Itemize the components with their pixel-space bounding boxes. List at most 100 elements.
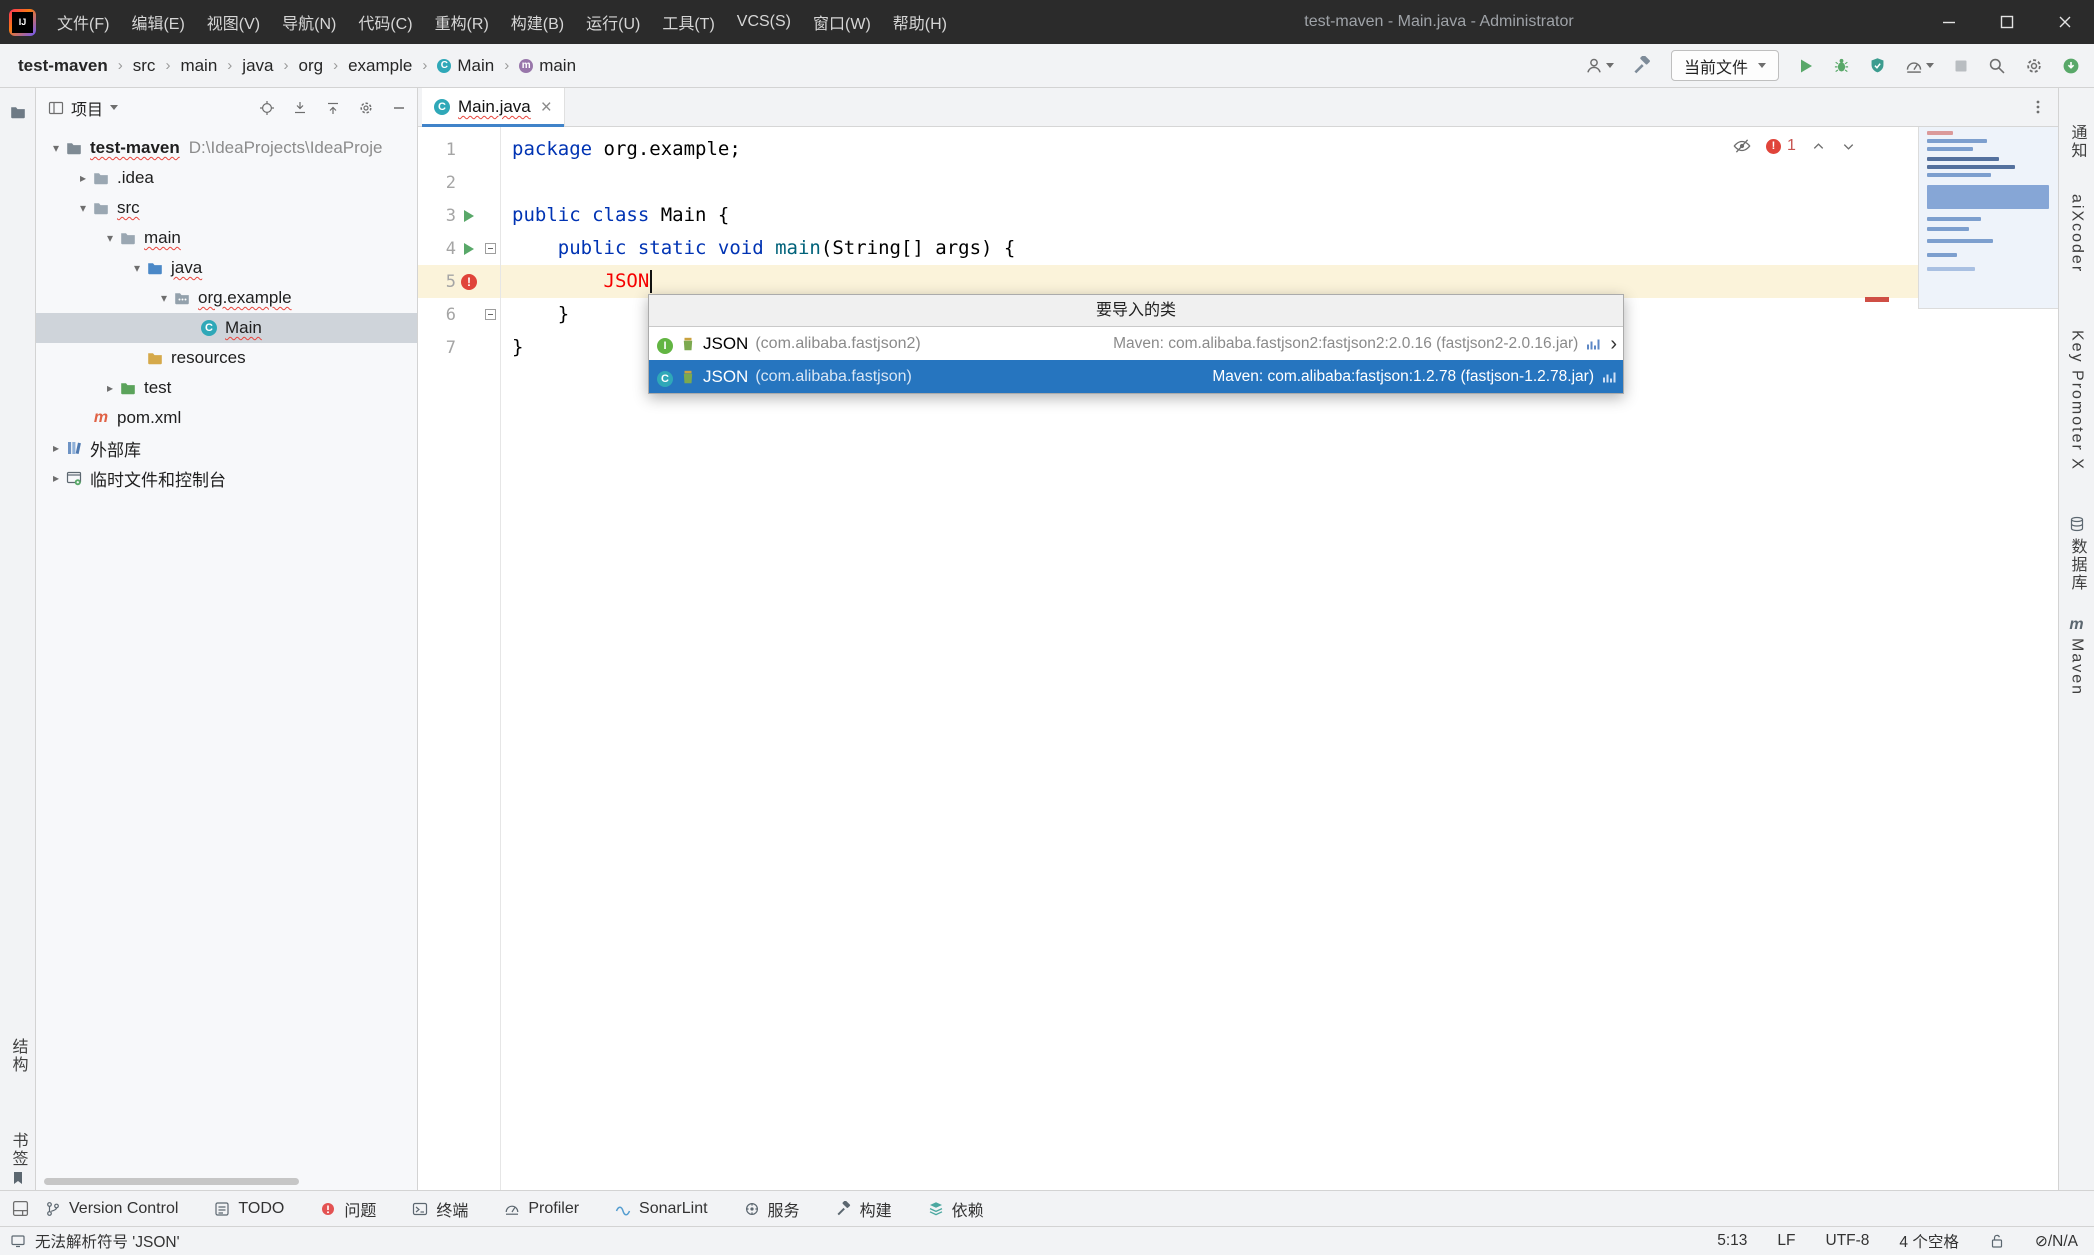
toolwindow-button[interactable]: 结构 (6, 1038, 30, 1074)
breadcrumb-item[interactable]: mmain (517, 54, 578, 78)
collapse-all-icon[interactable] (325, 100, 341, 116)
import-popup-item[interactable]: CJSON(com.alibaba.fastjson)Maven: com.al… (649, 360, 1623, 393)
breadcrumb-item[interactable]: example (346, 54, 414, 78)
maximize-button[interactable] (1978, 0, 2036, 44)
tree-row[interactable]: CMain (36, 313, 417, 343)
previous-error-icon[interactable] (1811, 139, 1826, 154)
profile-button[interactable] (1585, 57, 1614, 75)
menu-item[interactable]: 窗口(W) (802, 0, 882, 44)
menu-item[interactable]: 文件(F) (46, 0, 120, 44)
breadcrumb-item[interactable]: java (240, 54, 275, 78)
toolwindow-button[interactable]: Key Promoter X (2068, 330, 2086, 471)
tree-row[interactable]: ▾src (36, 193, 417, 223)
hide-highlights-icon[interactable] (1733, 137, 1751, 155)
code-line[interactable]: 4 public static void main(String[] args)… (418, 232, 2058, 265)
toolwindow-button[interactable]: 通知 (2065, 124, 2089, 160)
tree-row[interactable]: ▸临时文件和控制台 (36, 463, 417, 493)
toolwindow-button[interactable]: 构建 (836, 1197, 892, 1221)
toolwindow-button[interactable]: 书签 (6, 1132, 30, 1168)
import-popup-item[interactable]: IJSON(com.alibaba.fastjson2)Maven: com.a… (649, 327, 1623, 360)
panel-settings-gear-icon[interactable] (358, 100, 374, 116)
menu-item[interactable]: 视图(V) (196, 0, 271, 44)
run-gutter-icon[interactable] (456, 210, 482, 222)
project-toolwindow-icon[interactable] (10, 104, 26, 120)
tree-chevron-icon[interactable]: ▾ (128, 261, 146, 275)
toolwindow-button[interactable]: TODO (214, 1200, 284, 1218)
debug-button[interactable] (1833, 57, 1850, 74)
line-separator[interactable]: LF (1777, 1232, 1795, 1250)
settings-gear-icon[interactable] (2025, 57, 2043, 75)
tree-row[interactable]: ▾org.example (36, 283, 417, 313)
project-panel-title[interactable]: 项目 (48, 96, 118, 120)
menu-item[interactable]: 重构(R) (424, 0, 500, 44)
close-button[interactable] (2036, 0, 2094, 44)
tab-options-icon[interactable] (2030, 99, 2046, 115)
tree-row[interactable]: ▸.idea (36, 163, 417, 193)
breadcrumb-item[interactable]: CMain (435, 54, 496, 78)
memory-indicator[interactable]: ⊘/N/A (2035, 1232, 2078, 1251)
editor-content[interactable]: 1package org.example;23public class Main… (418, 127, 2058, 1190)
fold-marker-icon[interactable] (482, 309, 498, 320)
run-gutter-icon[interactable] (456, 243, 482, 255)
error-stripe-mark[interactable] (1865, 297, 1889, 302)
toolwindow-button[interactable]: 数据库 (2065, 538, 2089, 592)
tree-row[interactable]: resources (36, 343, 417, 373)
tab-main-java[interactable]: C Main.java × (422, 88, 565, 126)
toolwindow-button[interactable]: 问题 (320, 1197, 376, 1221)
toolwindow-button[interactable]: Profiler (504, 1200, 579, 1218)
toolwindow-switcher-icon[interactable] (12, 1200, 29, 1217)
tree-chevron-icon[interactable]: ▸ (74, 171, 92, 185)
run-button[interactable] (1798, 58, 1814, 74)
tab-close-icon[interactable]: × (541, 98, 552, 117)
breadcrumb-item[interactable]: test-maven (16, 54, 110, 78)
menu-item[interactable]: 工具(T) (651, 0, 725, 44)
menu-item[interactable]: 运行(U) (575, 0, 651, 44)
hide-panel-icon[interactable] (391, 100, 407, 116)
run-with-coverage-button[interactable] (1869, 57, 1886, 74)
toolwindow-button[interactable]: SonarLint (615, 1200, 708, 1218)
tree-chevron-icon[interactable]: ▾ (155, 291, 173, 305)
menu-item[interactable]: VCS(S) (726, 0, 802, 44)
next-error-icon[interactable] (1841, 139, 1856, 154)
locate-file-icon[interactable] (259, 100, 275, 116)
toolwindow-button[interactable]: Maven (2068, 638, 2086, 696)
tree-chevron-icon[interactable]: ▸ (101, 381, 119, 395)
lock-icon[interactable] (1989, 1233, 2005, 1249)
bookmark-icon[interactable] (10, 1170, 26, 1186)
tree-chevron-icon[interactable]: ▾ (74, 201, 92, 215)
ide-updates-icon[interactable] (2062, 57, 2080, 75)
run-configuration-select[interactable]: 当前文件 (1671, 50, 1779, 81)
menu-item[interactable]: 编辑(E) (120, 0, 195, 44)
toolwindow-button[interactable]: Version Control (45, 1200, 178, 1218)
build-hammer-icon[interactable] (1633, 56, 1652, 75)
toolwindow-button[interactable]: aiXcoder (2068, 194, 2086, 273)
horizontal-scrollbar[interactable] (44, 1178, 299, 1185)
menu-item[interactable]: 代码(C) (347, 0, 423, 44)
stop-button[interactable] (1953, 58, 1969, 74)
toolwindow-button[interactable]: 依赖 (928, 1197, 984, 1221)
tree-row[interactable]: ▸外部库 (36, 433, 417, 463)
error-gutter-icon[interactable]: ! (456, 274, 482, 290)
tree-chevron-icon[interactable]: ▸ (47, 471, 65, 485)
breadcrumb-item[interactable]: org (296, 54, 325, 78)
error-badge-icon[interactable]: ! (1766, 139, 1781, 154)
tree-row[interactable]: ▾main (36, 223, 417, 253)
indent-setting[interactable]: 4 个空格 (1899, 1230, 1958, 1252)
file-encoding[interactable]: UTF-8 (1826, 1232, 1870, 1250)
breadcrumb-item[interactable]: src (131, 54, 158, 78)
tree-chevron-icon[interactable]: ▸ (47, 441, 65, 455)
menu-item[interactable]: 帮助(H) (882, 0, 958, 44)
code-minimap[interactable] (1918, 127, 2058, 309)
search-everywhere-icon[interactable] (1988, 57, 2006, 75)
tree-row[interactable]: ▾test-mavenD:\IdeaProjects\IdeaProje (36, 133, 417, 163)
menu-item[interactable]: 构建(B) (500, 0, 575, 44)
menu-item[interactable]: 导航(N) (271, 0, 347, 44)
caret-position[interactable]: 5:13 (1717, 1232, 1747, 1250)
expand-all-icon[interactable] (292, 100, 308, 116)
minimize-button[interactable] (1920, 0, 1978, 44)
tree-row[interactable]: mpom.xml (36, 403, 417, 433)
code-line[interactable]: 2 (418, 166, 2058, 199)
toolwindow-button[interactable]: 终端 (412, 1197, 468, 1221)
tree-row[interactable]: ▾java (36, 253, 417, 283)
tree-chevron-icon[interactable]: ▾ (47, 141, 65, 155)
